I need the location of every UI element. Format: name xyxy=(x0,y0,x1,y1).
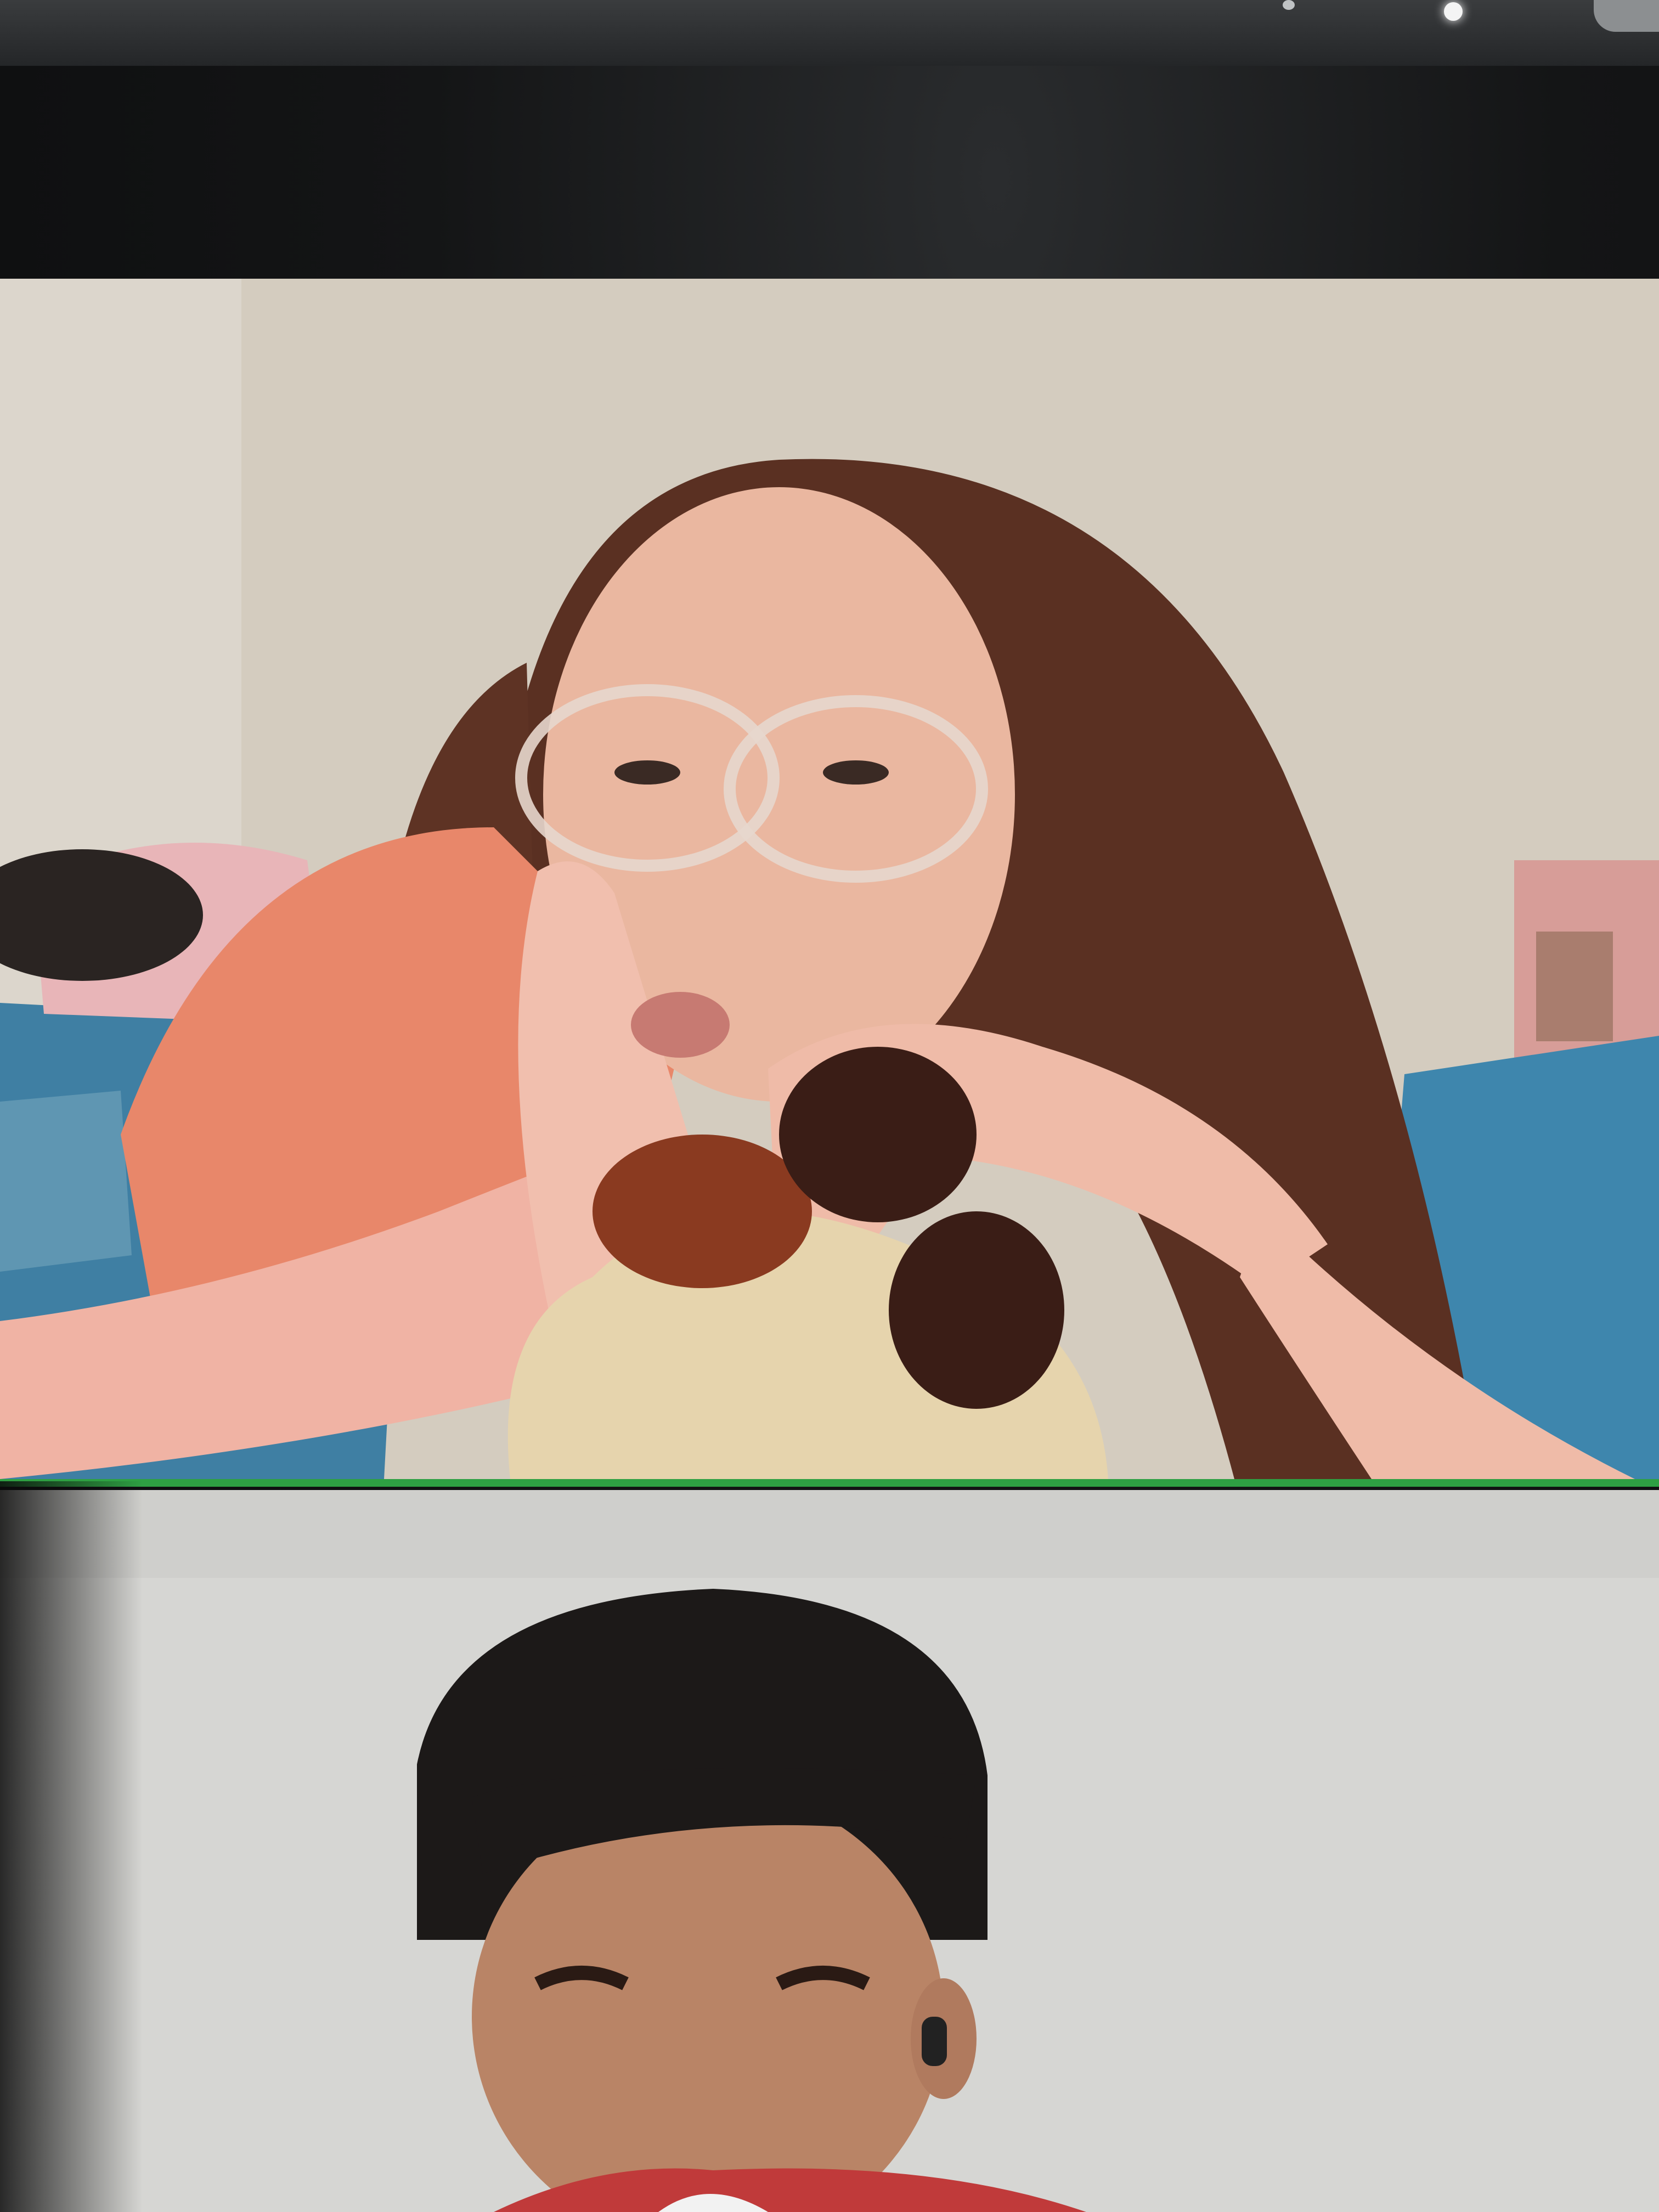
status-dot-icon xyxy=(1283,0,1295,10)
screen-glare-shadow xyxy=(0,1481,143,2212)
participant-video-feed xyxy=(0,279,1659,1479)
earbud-icon xyxy=(922,2017,947,2066)
top-menu-bar xyxy=(0,0,1659,66)
control-center-icon[interactable] xyxy=(1594,0,1659,32)
plush-ear xyxy=(592,1135,812,1288)
camera-dot-icon xyxy=(1444,2,1463,21)
video-tile-active-speaker[interactable] xyxy=(0,279,1659,1487)
screen xyxy=(0,0,1659,2212)
participant-video-feed xyxy=(0,1490,1659,2212)
video-tile-participant[interactable] xyxy=(0,1490,1659,2212)
